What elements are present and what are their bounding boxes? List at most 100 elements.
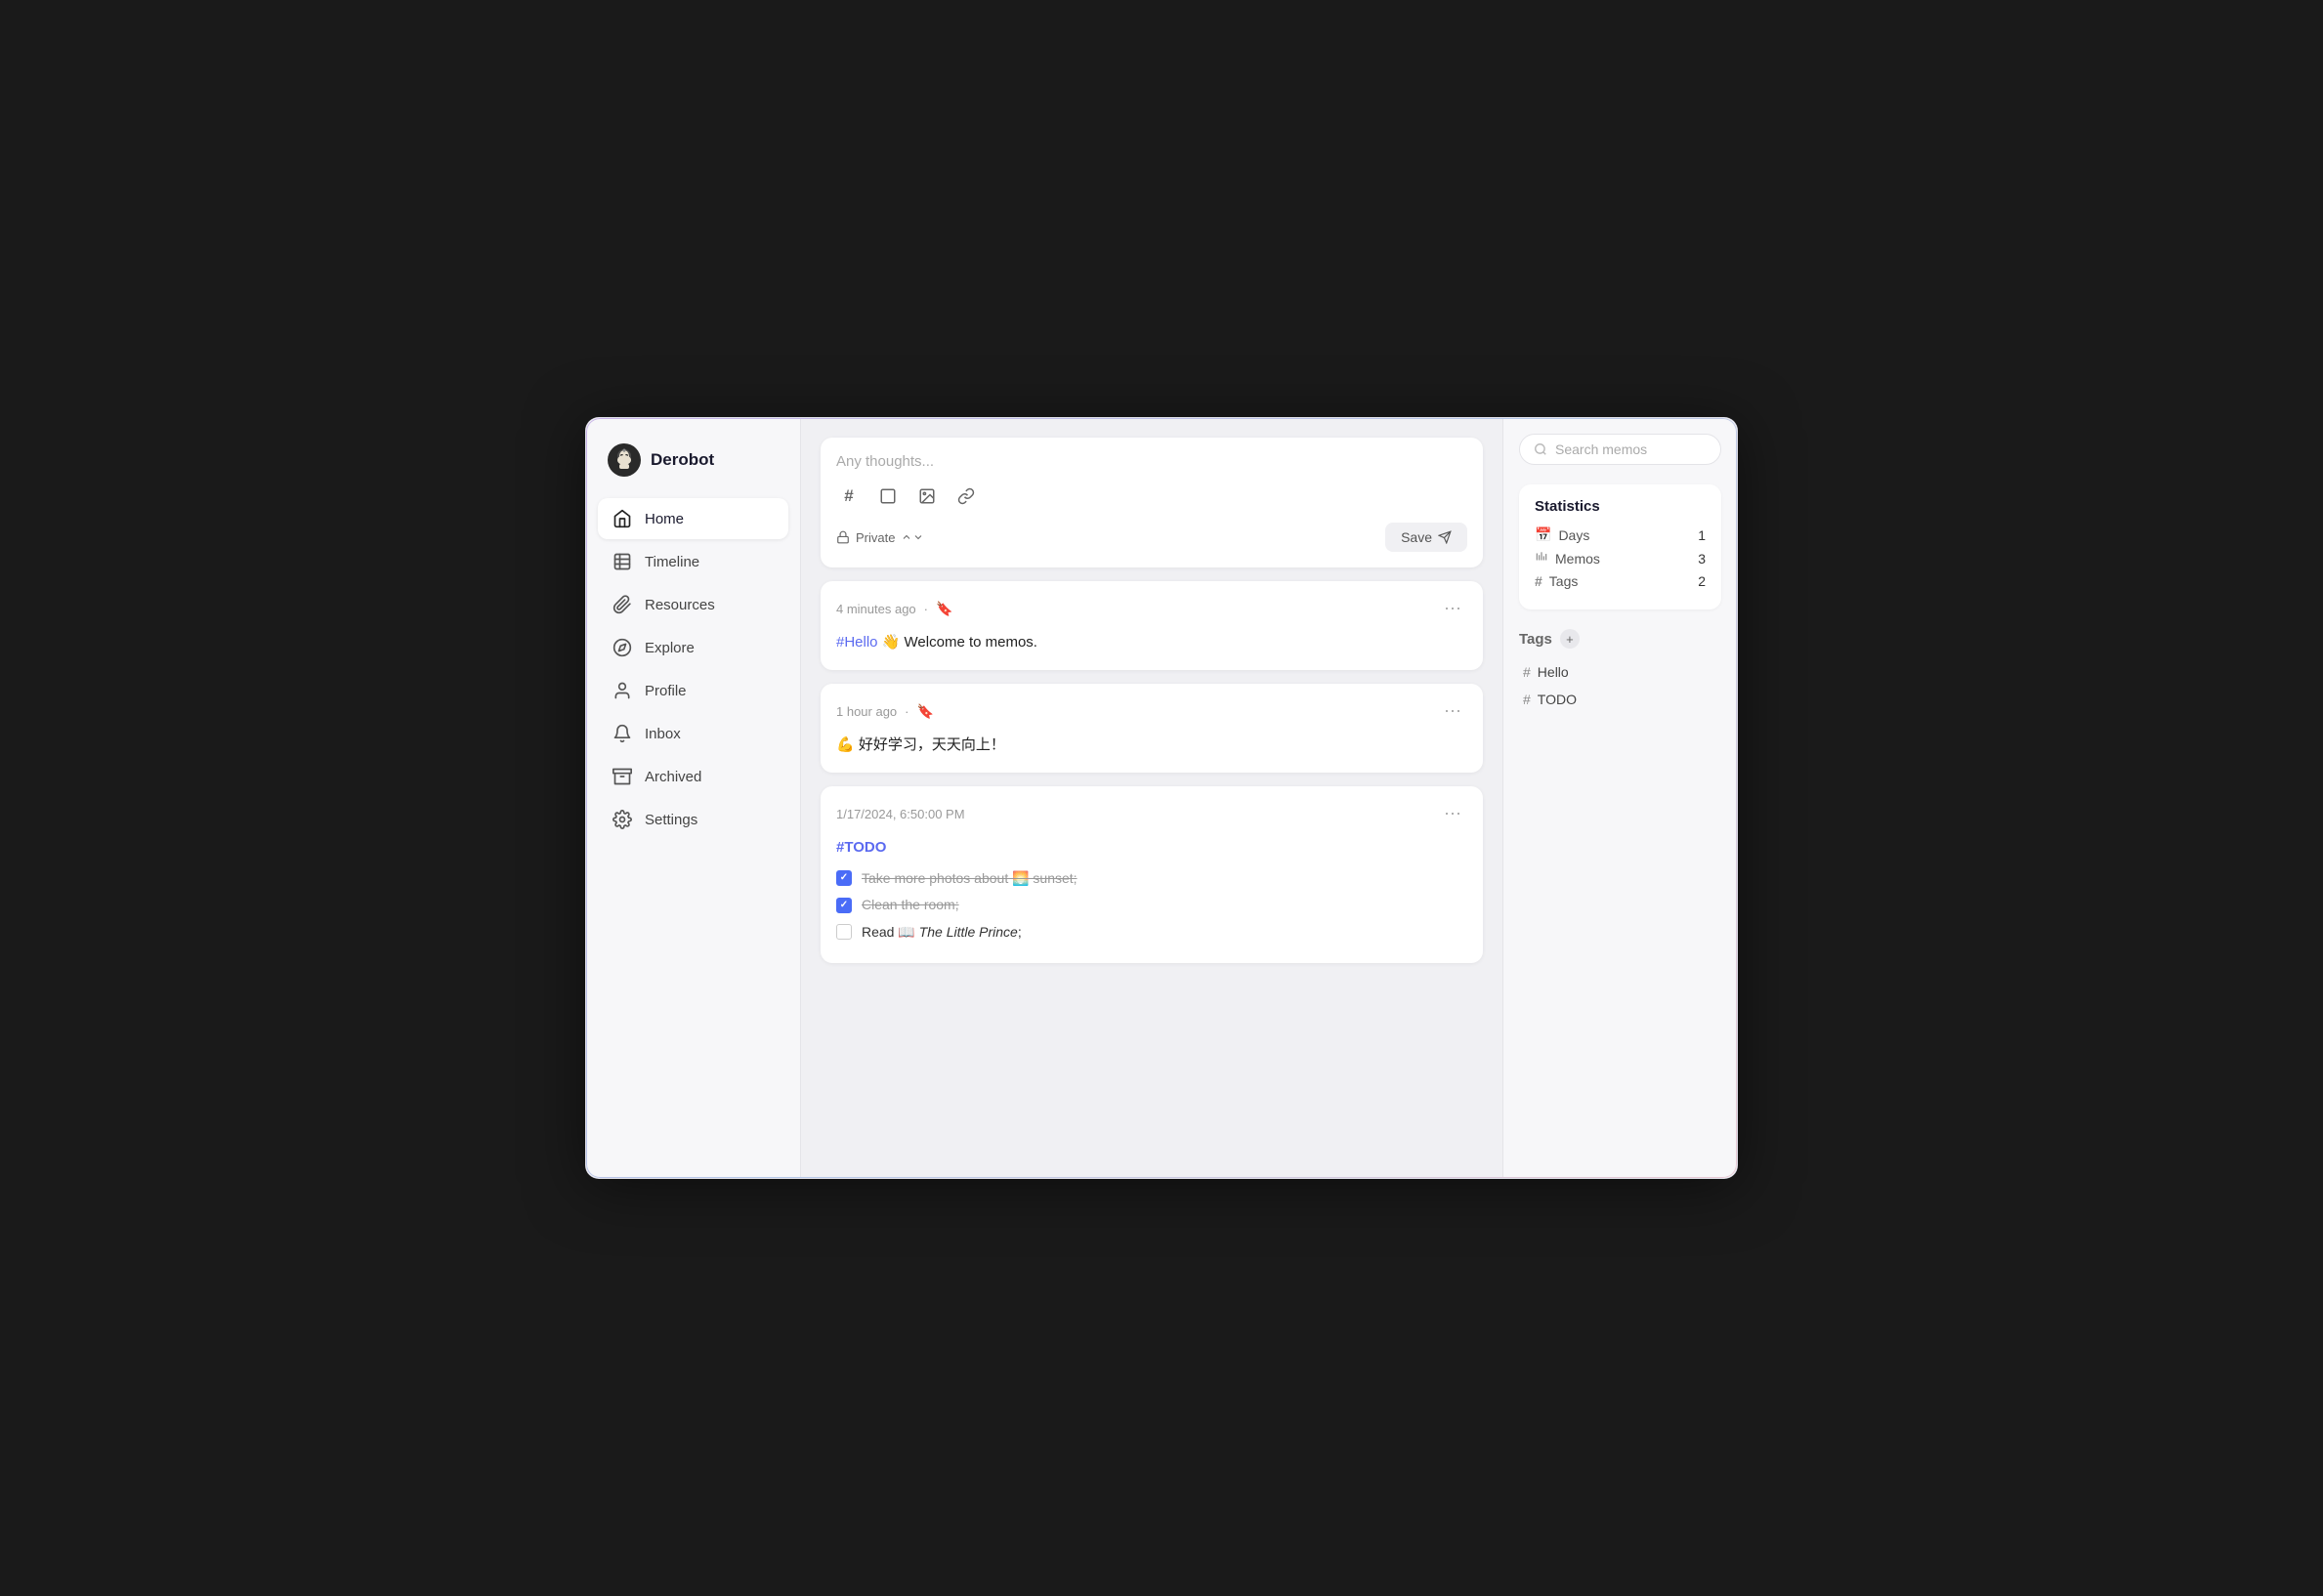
avatar bbox=[608, 443, 641, 477]
sidebar-item-label: Inbox bbox=[645, 726, 681, 742]
tag-hash-icon: # bbox=[1523, 664, 1531, 680]
tag-item-hello[interactable]: # Hello bbox=[1519, 658, 1721, 686]
privacy-label: Private bbox=[856, 530, 895, 545]
memo-header: 1 hour ago · 🔖 ⋯ bbox=[836, 699, 1467, 724]
memo-content: 💪 好好学习，天天向上！ bbox=[836, 734, 1467, 757]
sidebar-item-label: Profile bbox=[645, 683, 687, 699]
sidebar-item-label: Settings bbox=[645, 812, 697, 828]
memo-content: #Hello 👋 Welcome to memos. bbox=[836, 631, 1467, 654]
todo-tag[interactable]: #TODO bbox=[836, 836, 1467, 860]
sidebar-nav: Home Timeline bbox=[598, 498, 788, 840]
sidebar-item-label: Resources bbox=[645, 597, 715, 613]
sidebar-logo[interactable]: Derobot bbox=[598, 438, 788, 483]
todo-text: Read 📖 The Little Prince; bbox=[862, 921, 1022, 943]
sidebar-item-label: Timeline bbox=[645, 554, 699, 570]
stat-label: Memos bbox=[1535, 550, 1600, 567]
stat-value: 3 bbox=[1698, 551, 1706, 567]
tags-header: Tags + bbox=[1519, 629, 1721, 649]
tag-hello-link[interactable]: #Hello bbox=[836, 634, 878, 651]
resources-icon bbox=[612, 594, 633, 615]
sidebar-item-label: Explore bbox=[645, 640, 695, 656]
settings-icon bbox=[612, 809, 633, 830]
image-button[interactable] bbox=[914, 483, 940, 509]
sidebar-item-home[interactable]: Home bbox=[598, 498, 788, 539]
tags-title: Tags bbox=[1519, 631, 1552, 648]
memo-dot: · bbox=[924, 602, 928, 616]
stat-row-tags: # Tags 2 bbox=[1535, 573, 1706, 589]
sidebar-item-inbox[interactable]: Inbox bbox=[598, 713, 788, 754]
privacy-selector[interactable]: Private bbox=[836, 530, 924, 545]
memo-text: 💪 好好学习，天天向上！ bbox=[836, 736, 1005, 753]
compose-box[interactable]: Any thoughts... # bbox=[821, 438, 1483, 567]
tags-section: Tags + # Hello # TODO bbox=[1519, 629, 1721, 713]
memo-card: 1 hour ago · 🔖 ⋯ 💪 好好学习，天天向上！ bbox=[821, 684, 1483, 773]
todo-checkbox[interactable] bbox=[836, 870, 852, 886]
timeline-icon bbox=[612, 551, 633, 572]
code-button[interactable] bbox=[875, 483, 901, 509]
memo-time: 4 minutes ago bbox=[836, 602, 916, 616]
memos-icon bbox=[1535, 550, 1548, 567]
stat-label: # Tags bbox=[1535, 573, 1578, 589]
memo-content: #TODO Take more photos about 🌅 sunset; C… bbox=[836, 836, 1467, 943]
memo-header: 1/17/2024, 6:50:00 PM ⋯ bbox=[836, 802, 1467, 826]
todo-item: Clean the room; bbox=[836, 894, 1467, 915]
tags-add-button[interactable]: + bbox=[1560, 629, 1580, 649]
tag-hash-icon: # bbox=[1523, 692, 1531, 707]
compose-placeholder[interactable]: Any thoughts... bbox=[836, 453, 1467, 470]
bookmark-icon[interactable]: 🔖 bbox=[936, 601, 952, 617]
stat-label: 📅 Days bbox=[1535, 526, 1589, 543]
search-icon bbox=[1534, 442, 1547, 456]
archived-icon bbox=[612, 766, 633, 787]
memo-meta: 4 minutes ago · 🔖 bbox=[836, 601, 952, 617]
statistics-title: Statistics bbox=[1535, 498, 1706, 515]
stat-name: Tags bbox=[1549, 573, 1579, 589]
memo-more-button[interactable]: ⋯ bbox=[1438, 699, 1467, 724]
sidebar-item-label: Archived bbox=[645, 769, 701, 785]
statistics-box: Statistics 📅 Days 1 bbox=[1519, 484, 1721, 609]
memo-more-button[interactable]: ⋯ bbox=[1438, 597, 1467, 621]
hashtag-button[interactable]: # bbox=[836, 483, 862, 509]
memo-meta: 1 hour ago · 🔖 bbox=[836, 703, 934, 720]
stat-value: 1 bbox=[1698, 527, 1706, 543]
sidebar-item-archived[interactable]: Archived bbox=[598, 756, 788, 797]
sidebar: Derobot Home bbox=[586, 418, 801, 1178]
search-box[interactable]: Search memos bbox=[1519, 434, 1721, 465]
todo-item: Read 📖 The Little Prince; bbox=[836, 921, 1467, 943]
todo-checkbox[interactable] bbox=[836, 924, 852, 940]
link-button[interactable] bbox=[953, 483, 979, 509]
stat-row-memos: Memos 3 bbox=[1535, 550, 1706, 567]
todo-text: Clean the room; bbox=[862, 894, 959, 915]
memo-header: 4 minutes ago · 🔖 ⋯ bbox=[836, 597, 1467, 621]
bookmark-icon[interactable]: 🔖 bbox=[917, 703, 934, 720]
explore-icon bbox=[612, 637, 633, 658]
stat-value: 2 bbox=[1698, 573, 1706, 589]
sidebar-item-label: Home bbox=[645, 511, 684, 527]
stat-row-days: 📅 Days 1 bbox=[1535, 526, 1706, 543]
memo-time: 1/17/2024, 6:50:00 PM bbox=[836, 807, 965, 821]
tag-item-todo[interactable]: # TODO bbox=[1519, 686, 1721, 713]
search-placeholder: Search memos bbox=[1555, 441, 1647, 457]
sidebar-item-explore[interactable]: Explore bbox=[598, 627, 788, 668]
sidebar-item-profile[interactable]: Profile bbox=[598, 670, 788, 711]
todo-item: Take more photos about 🌅 sunset; bbox=[836, 867, 1467, 889]
memo-meta: 1/17/2024, 6:50:00 PM bbox=[836, 807, 965, 821]
todo-text: Take more photos about 🌅 sunset; bbox=[862, 867, 1077, 889]
memo-more-button[interactable]: ⋯ bbox=[1438, 802, 1467, 826]
memo-card: 4 minutes ago · 🔖 ⋯ #Hello 👋 Welcome to … bbox=[821, 581, 1483, 670]
memo-time: 1 hour ago bbox=[836, 704, 897, 719]
sidebar-item-resources[interactable]: Resources bbox=[598, 584, 788, 625]
tag-name: Hello bbox=[1538, 664, 1569, 680]
sidebar-item-settings[interactable]: Settings bbox=[598, 799, 788, 840]
save-button[interactable]: Save bbox=[1385, 523, 1467, 552]
save-label: Save bbox=[1401, 529, 1432, 545]
home-icon bbox=[612, 508, 633, 529]
sidebar-item-timeline[interactable]: Timeline bbox=[598, 541, 788, 582]
tags-stat-icon: # bbox=[1535, 573, 1542, 589]
app-window: Derobot Home bbox=[585, 417, 1738, 1179]
stat-name: Memos bbox=[1555, 551, 1600, 567]
memo-text: 👋 Welcome to memos. bbox=[882, 634, 1037, 651]
todo-checkbox[interactable] bbox=[836, 898, 852, 913]
stat-name: Days bbox=[1558, 527, 1589, 543]
compose-footer: Private Save bbox=[836, 523, 1467, 552]
profile-icon bbox=[612, 680, 633, 701]
